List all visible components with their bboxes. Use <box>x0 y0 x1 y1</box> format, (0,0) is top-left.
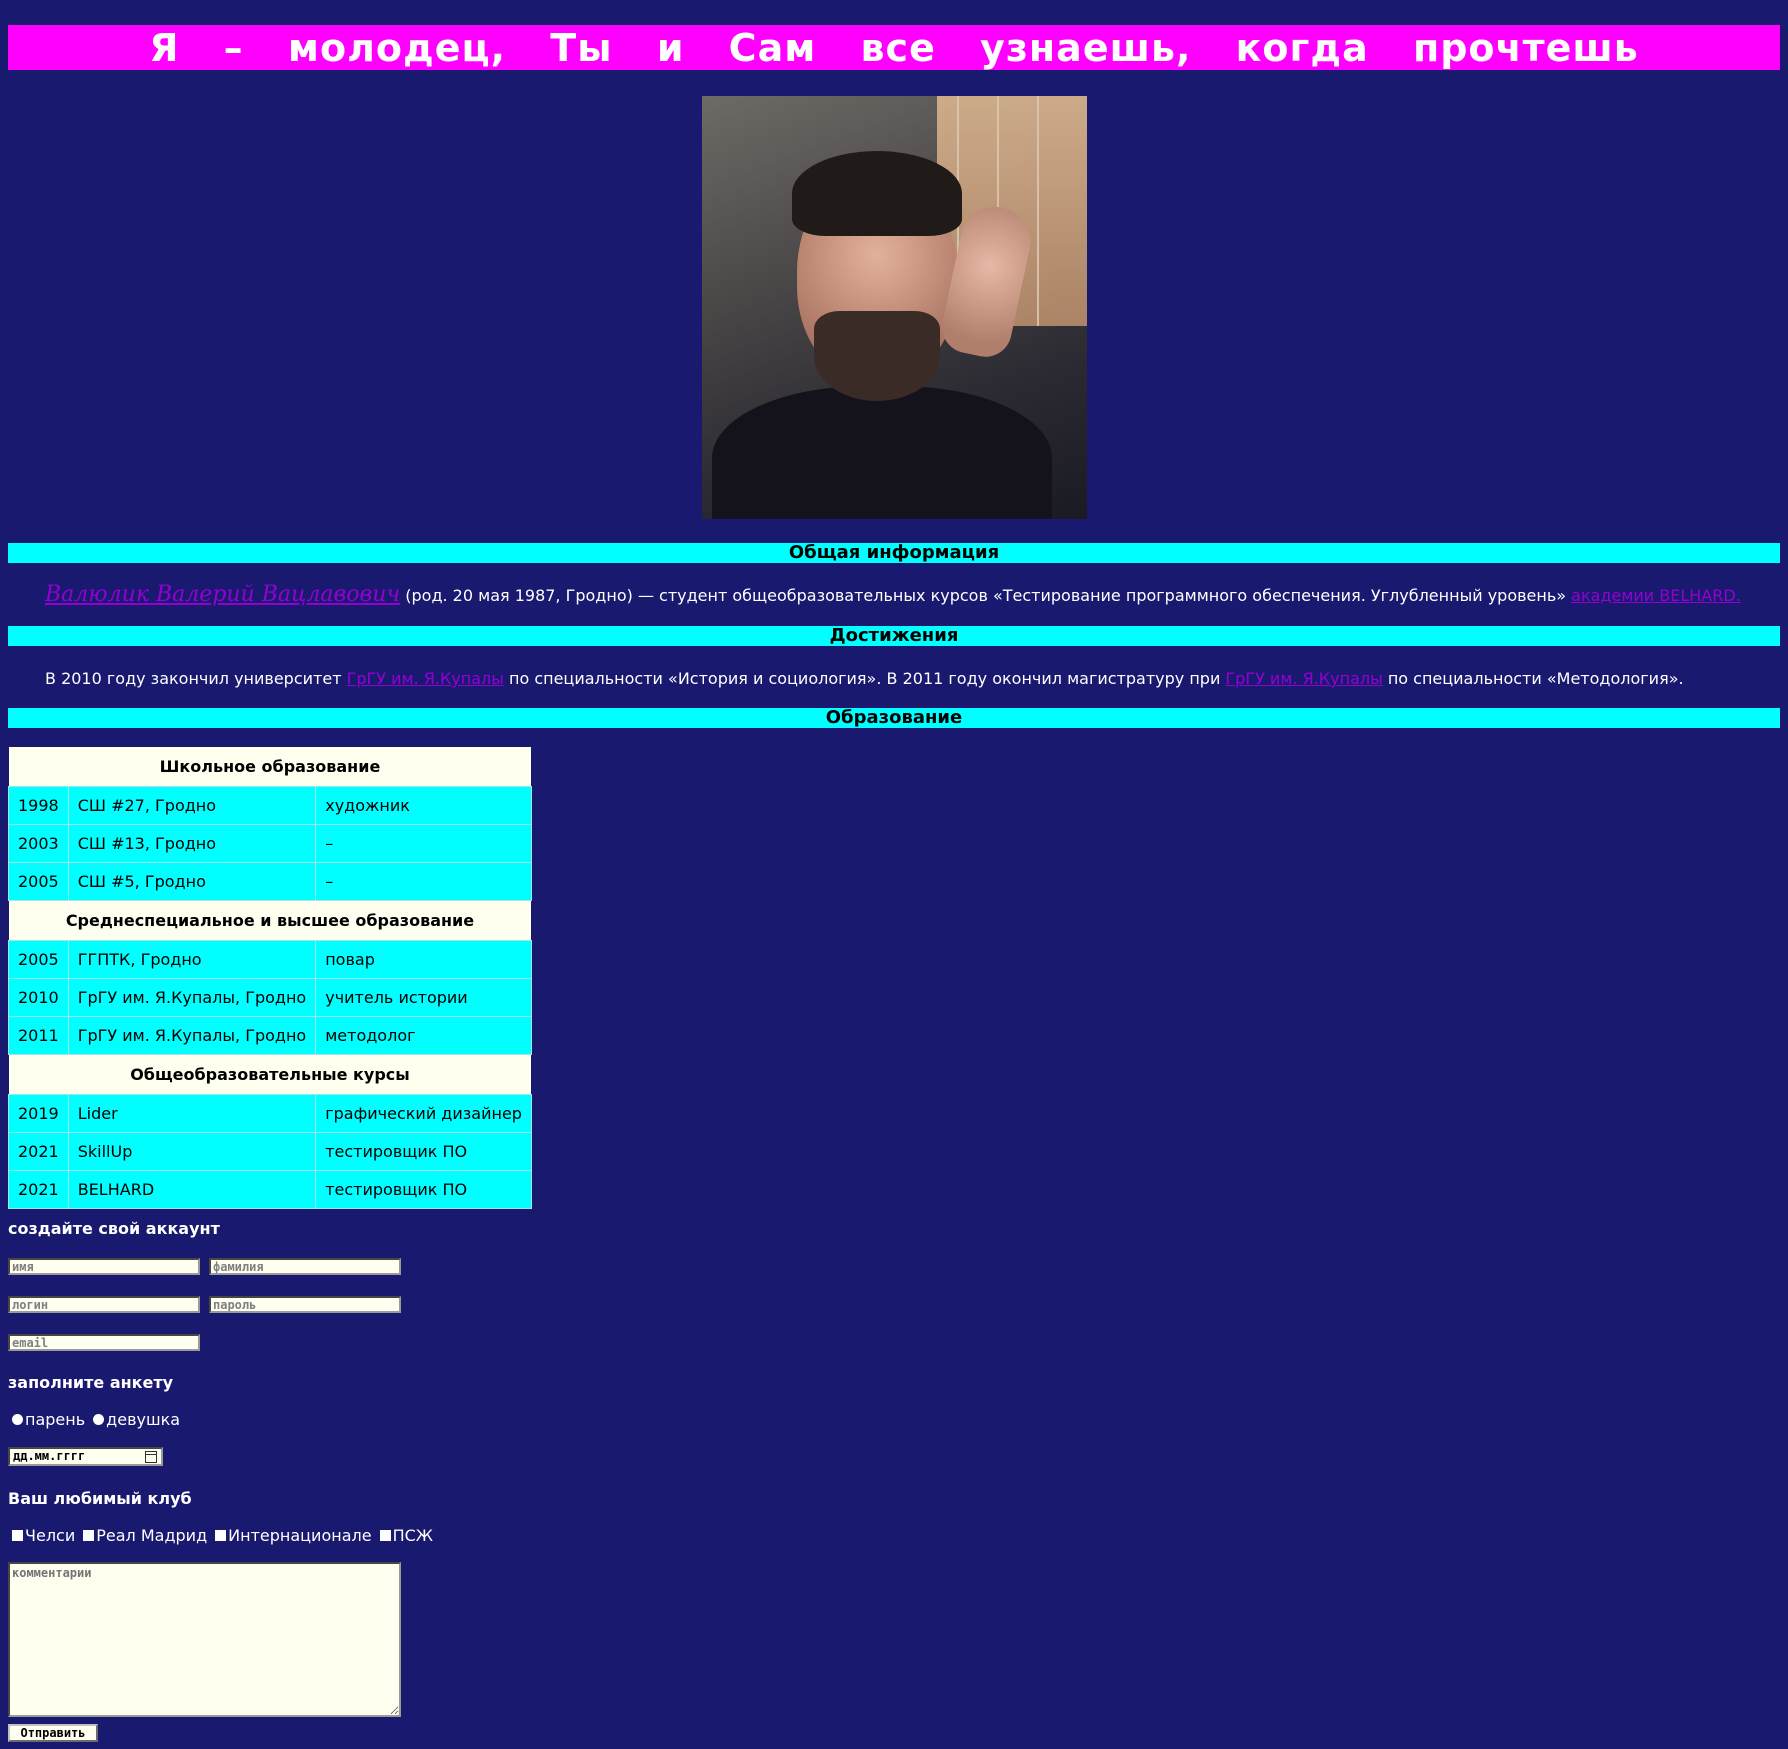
institution-cell: ГрГУ им. Я.Купалы, Гродно <box>67 1016 317 1055</box>
institution-cell: СШ #13, Гродно <box>67 824 317 863</box>
club-checkbox-group: Челси Реал Мадрид Интернационале ПСЖ <box>8 1526 437 1545</box>
qualification-cell: тестировщик ПО <box>315 1132 532 1171</box>
photo-hair <box>792 151 962 236</box>
table-group-header-row: Среднеспециальное и высшее образование <box>8 900 532 941</box>
table-row: 2021 SkillUp тестировщик ПО <box>8 1132 532 1171</box>
calendar-icon[interactable] <box>145 1451 157 1463</box>
club-checkbox-inter[interactable] <box>215 1530 227 1541</box>
year-cell: 2021 <box>8 1170 69 1209</box>
school-group-heading: Школьное образование <box>8 747 532 787</box>
year-cell: 2019 <box>8 1094 69 1133</box>
table-group-header-row: Школьное образование <box>8 747 532 787</box>
page-banner: Я – молодец, Ты и Сам все узнаешь, когда… <box>8 25 1780 70</box>
gender-male-radio[interactable] <box>12 1414 23 1425</box>
portrait-photo <box>702 96 1087 519</box>
university-link-1[interactable]: ГрГУ им. Я.Купалы <box>347 669 504 688</box>
club-label-inter: Интернационале <box>228 1526 372 1545</box>
year-cell: 2003 <box>8 824 69 863</box>
account-heading: создайте свой аккаунт <box>8 1219 220 1238</box>
year-cell: 2010 <box>8 978 69 1017</box>
institution-cell: Lider <box>67 1094 317 1133</box>
qualification-cell: – <box>315 824 532 863</box>
courses-group-heading: Общеобразовательные курсы <box>8 1054 532 1095</box>
gender-radio-group: парень девушка <box>8 1410 184 1429</box>
gender-female-label: девушка <box>106 1410 181 1429</box>
qualification-cell: – <box>315 862 532 901</box>
table-row: 2010 ГрГУ им. Я.Купалы, Гродно учитель ист… <box>8 978 532 1017</box>
table-row: 2011 ГрГУ им. Я.Купалы, Гродно методолог <box>8 1016 532 1055</box>
table-group-header-row: Общеобразовательные курсы <box>8 1054 532 1095</box>
birth-date-input[interactable]: дд.мм.гггг <box>8 1447 163 1466</box>
survey-heading: заполните анкету <box>8 1373 174 1392</box>
login-input[interactable] <box>8 1296 200 1313</box>
university-link-2[interactable]: ГрГУ им. Я.Купалы <box>1225 669 1382 688</box>
table-row: 2005 ГГПТК, Гродно повар <box>8 940 532 979</box>
institution-cell: ГрГУ им. Я.Купалы, Гродно <box>67 978 317 1017</box>
section-achievements-heading: Достижения <box>8 626 1780 646</box>
education-table: Школьное образование 1998 СШ #27, Гродно ху… <box>8 747 532 1209</box>
institution-cell: СШ #5, Гродно <box>67 862 317 901</box>
club-checkbox-real-madrid[interactable] <box>83 1530 95 1541</box>
name-link[interactable]: Валюлик Валерий Вацлавович <box>45 582 400 607</box>
password-input[interactable] <box>209 1296 401 1313</box>
gender-male-label: парень <box>25 1410 86 1429</box>
institution-cell: SkillUp <box>67 1132 317 1171</box>
section-education-heading: Образование <box>8 708 1780 728</box>
achievements-text-1: В 2010 году закончил университет <box>45 669 347 688</box>
general-info-text: (род. 20 мая 1987, Гродно) — студент общ… <box>400 586 1572 605</box>
year-cell: 2005 <box>8 862 69 901</box>
qualification-cell: тестировщик ПО <box>315 1170 532 1209</box>
gender-female-radio[interactable] <box>93 1414 105 1425</box>
club-heading: Ваш любимый клуб <box>8 1489 192 1508</box>
club-label-psg: ПСЖ <box>392 1526 434 1545</box>
table-row: 2021 BELHARD тестировщик ПО <box>8 1170 532 1209</box>
section-general-heading: Общая информация <box>8 543 1780 563</box>
year-cell: 2005 <box>8 940 69 979</box>
club-label-real-madrid: Реал Мадрид <box>96 1526 208 1545</box>
qualification-cell: художник <box>315 786 532 825</box>
page-title: Я – молодец, Ты и Сам все узнаешь, когда… <box>149 25 1639 70</box>
table-row: 2005 СШ #5, Гродно – <box>8 862 532 901</box>
comment-textarea[interactable] <box>8 1562 401 1717</box>
year-cell: 1998 <box>8 786 69 825</box>
achievements-text-3: по специальности «Методология». <box>1382 669 1684 688</box>
club-label-chelsea: Челси <box>25 1526 76 1545</box>
year-cell: 2021 <box>8 1132 69 1171</box>
higher-group-heading: Среднеспециальное и высшее образование <box>8 900 532 941</box>
last-name-input[interactable] <box>209 1258 401 1275</box>
qualification-cell: учитель истории <box>315 978 532 1017</box>
photo-shirt <box>712 386 1052 519</box>
date-placeholder: дд.мм.гггг <box>13 1449 86 1463</box>
academy-link[interactable]: академии BELHARD. <box>1571 586 1741 605</box>
achievements-paragraph: В 2010 году закончил университет ГрГУ им… <box>45 669 1768 688</box>
table-row: 2003 СШ #13, Гродно – <box>8 824 532 863</box>
general-info-paragraph: Валюлик Валерий Вацлавович (род. 20 мая … <box>45 582 1768 607</box>
club-checkbox-psg[interactable] <box>379 1530 391 1541</box>
first-name-input[interactable] <box>8 1258 200 1275</box>
qualification-cell: методолог <box>315 1016 532 1055</box>
institution-cell: ГГПТК, Гродно <box>67 940 317 979</box>
institution-cell: СШ #27, Гродно <box>67 786 317 825</box>
email-input[interactable] <box>8 1334 200 1351</box>
achievements-text-2: по специальности «История и социология».… <box>503 669 1226 688</box>
year-cell: 2011 <box>8 1016 69 1055</box>
submit-button[interactable]: Отправить <box>8 1724 98 1742</box>
institution-cell: BELHARD <box>67 1170 317 1209</box>
table-row: 2019 Lider графический дизайнер <box>8 1094 532 1133</box>
table-row: 1998 СШ #27, Гродно художник <box>8 786 532 825</box>
photo-beard <box>814 311 940 401</box>
club-checkbox-chelsea[interactable] <box>12 1530 23 1541</box>
qualification-cell: повар <box>315 940 532 979</box>
qualification-cell: графический дизайнер <box>315 1094 532 1133</box>
